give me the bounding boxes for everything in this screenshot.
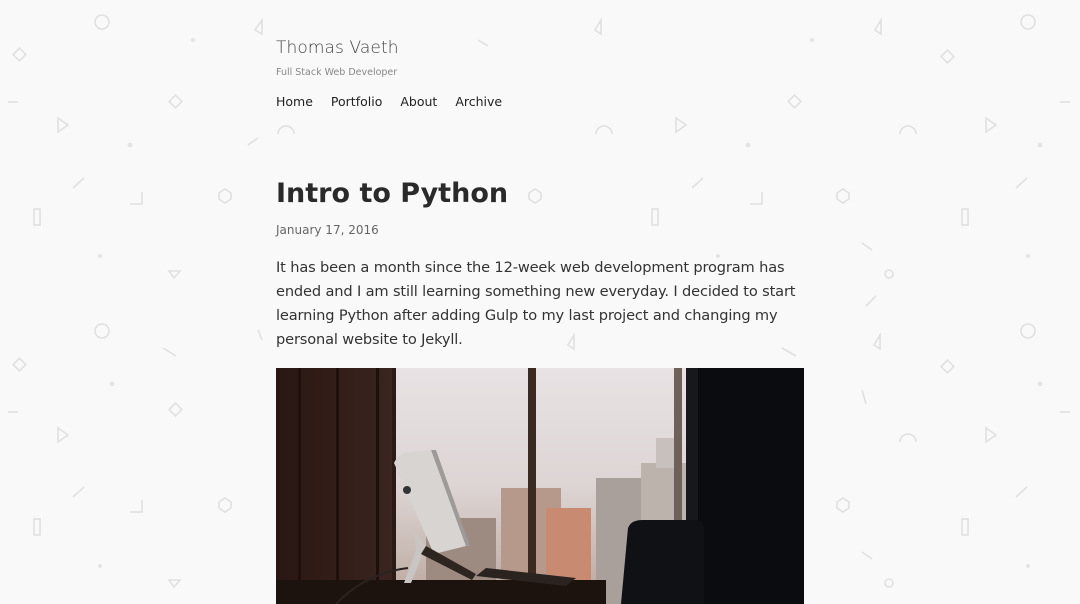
post-date: January 17, 2016: [276, 223, 379, 237]
desk-photo-illustration: [276, 368, 804, 604]
nav-item-home[interactable]: Home: [276, 94, 313, 109]
nav-item-about[interactable]: About: [400, 94, 437, 109]
post-body: It has been a month since the 12-week we…: [276, 259, 796, 348]
main-nav: Home Portfolio About Archive: [276, 94, 502, 109]
site-title[interactable]: Thomas Vaeth: [276, 38, 399, 58]
nav-item-archive[interactable]: Archive: [455, 94, 502, 109]
post-image: [276, 368, 804, 604]
post-title: Intro to Python: [276, 178, 509, 209]
nav-item-portfolio[interactable]: Portfolio: [331, 94, 382, 109]
site-tagline: Full Stack Web Developer: [276, 67, 398, 78]
